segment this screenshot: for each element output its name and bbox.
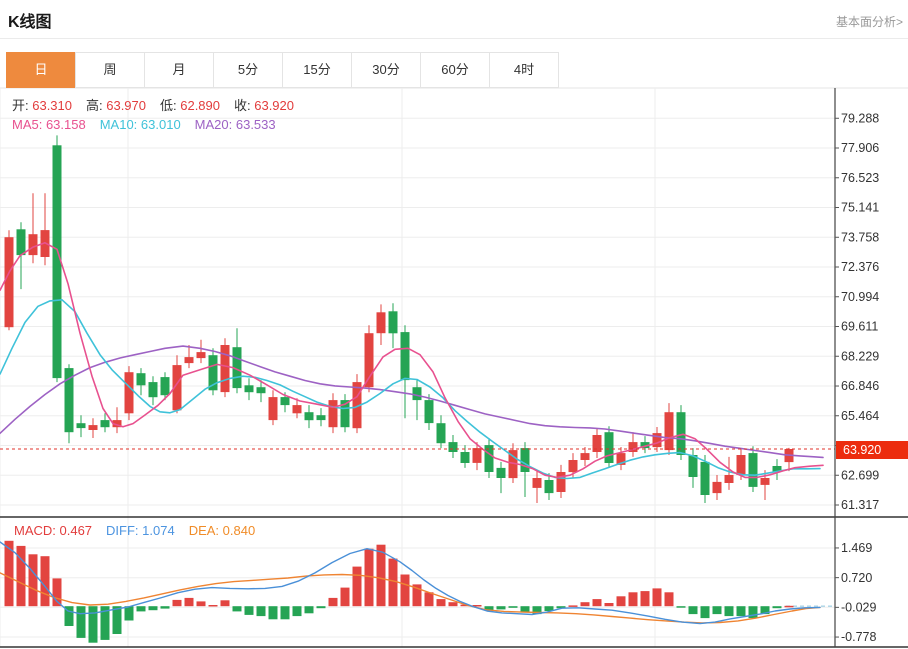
svg-text:72.376: 72.376 <box>841 260 879 274</box>
svg-text:62.699: 62.699 <box>841 468 879 482</box>
readout-pair: MA20: 63.533 <box>194 117 276 132</box>
tab-15分[interactable]: 15分 <box>282 52 352 88</box>
readout-pair: MA5: 63.158 <box>12 117 86 132</box>
ohlc-readout: 开: 63.310 高: 63.970 低: 62.890 收: 63.920 <box>12 95 308 114</box>
readout-pair: DIFF: 1.074 <box>106 523 175 538</box>
readout-pair: MACD: 0.467 <box>14 523 93 538</box>
svg-text:66.846: 66.846 <box>841 379 879 393</box>
tab-周[interactable]: 周 <box>75 52 145 88</box>
readout-pair: MA10: 63.010 <box>99 117 181 132</box>
readout-pair: 高: 63.970 <box>86 98 146 113</box>
interval-tabs: 日周月 5分 15分 30分 60分 4时 <box>6 52 559 88</box>
svg-text:69.611: 69.611 <box>841 320 878 334</box>
tab-5分[interactable]: 5分 <box>213 52 283 88</box>
readout-pair: 收: 63.920 <box>234 98 294 113</box>
readout-pair: 开: 63.310 <box>12 98 72 113</box>
tab-日[interactable]: 日 <box>6 52 76 88</box>
svg-text:73.758: 73.758 <box>841 230 879 244</box>
svg-text:70.994: 70.994 <box>841 290 879 304</box>
svg-text:79.288: 79.288 <box>841 111 879 125</box>
svg-text:-0.029: -0.029 <box>841 601 876 615</box>
svg-text:61.317: 61.317 <box>841 498 879 512</box>
svg-text:-0.778: -0.778 <box>841 630 876 644</box>
svg-text:1.469: 1.469 <box>841 541 872 555</box>
tab-4时[interactable]: 4时 <box>489 52 559 88</box>
svg-text:76.523: 76.523 <box>841 171 879 185</box>
svg-text:68.229: 68.229 <box>841 349 879 363</box>
ma-readout: MA5: 63.158 MA10: 63.010 MA20: 63.533 <box>12 117 290 132</box>
tab-月[interactable]: 月 <box>144 52 214 88</box>
svg-text:65.464: 65.464 <box>841 409 879 423</box>
current-price-tag: 63.920 <box>836 441 908 459</box>
readout-pair: DEA: 0.840 <box>188 523 256 538</box>
svg-text:77.906: 77.906 <box>841 141 879 155</box>
readout-pair: 低: 62.890 <box>160 98 220 113</box>
tab-60分[interactable]: 60分 <box>420 52 490 88</box>
macd-readout: MACD: 0.467 DIFF: 1.074 DEA: 0.840 <box>14 523 269 538</box>
tab-30分[interactable]: 30分 <box>351 52 421 88</box>
svg-text:75.141: 75.141 <box>841 201 879 215</box>
svg-text:0.720: 0.720 <box>841 571 872 585</box>
